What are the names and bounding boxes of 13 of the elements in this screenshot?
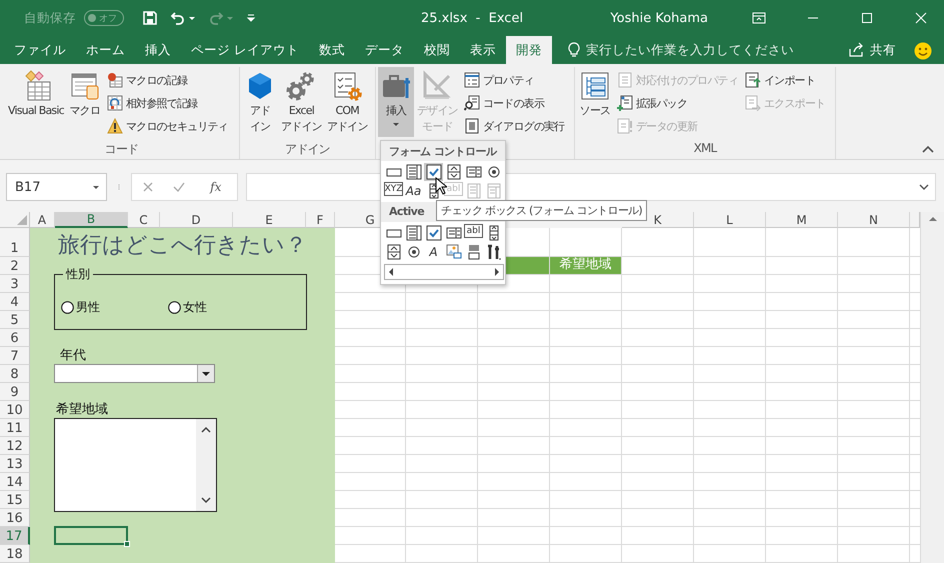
group-label: アドイン bbox=[284, 141, 331, 158]
window-title: 25.xlsx - Excel bbox=[420, 10, 524, 26]
user-name: Yoshie Kohama bbox=[610, 10, 708, 26]
autosave-label: 自動保存 bbox=[24, 10, 76, 26]
group-box-label: 性別 bbox=[63, 266, 93, 283]
menu-heading: フォーム コントロール bbox=[381, 141, 505, 161]
field-label: 年代 bbox=[60, 347, 86, 364]
header-cell: 希望地域 bbox=[550, 257, 622, 275]
group-label: XML bbox=[692, 141, 718, 157]
field-label: 希望地域 bbox=[56, 401, 108, 418]
form-title: 旅行はどこへ行きたい？ bbox=[58, 232, 307, 260]
tooltip: チェック ボックス (フォーム コントロール) bbox=[436, 200, 647, 221]
group-label: コード bbox=[104, 141, 140, 158]
